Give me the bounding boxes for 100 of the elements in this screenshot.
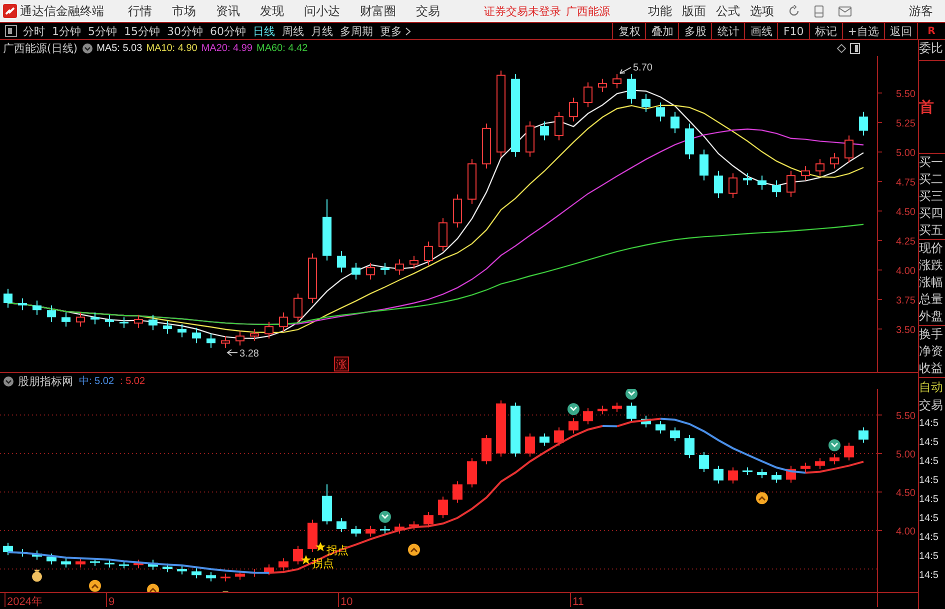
candlestick <box>163 320 172 334</box>
toolbar-button[interactable]: 标记 <box>808 22 842 40</box>
toolbar-button[interactable]: +自选 <box>842 22 884 40</box>
candlestick <box>612 74 622 89</box>
price-axis-label: 4.50 <box>896 488 916 499</box>
trade-time: 14:5 <box>919 436 940 450</box>
menu-item[interactable]: 公式 <box>716 2 740 20</box>
candlestick <box>235 570 245 580</box>
candlestick <box>322 484 332 525</box>
toolbar-button[interactable]: 画线 <box>744 22 778 40</box>
candlestick <box>192 568 202 579</box>
mail-icon[interactable] <box>838 6 852 16</box>
candlestick <box>293 545 303 565</box>
candlestick <box>380 262 390 276</box>
refresh-icon[interactable] <box>788 5 800 17</box>
trade-time: 14:5 <box>919 569 940 583</box>
quote-field-label: 委比 <box>919 40 944 57</box>
quote-field-label: 买三 <box>919 188 944 205</box>
menu-item[interactable]: 行情 <box>128 2 152 20</box>
auto-trade-label: 自动 <box>919 379 944 396</box>
candlestick <box>336 518 346 533</box>
chevron-right-icon <box>405 26 411 36</box>
menu-item[interactable]: 功能 <box>648 2 672 20</box>
menu-item[interactable]: 市场 <box>172 2 196 20</box>
price-axis-label: 4.00 <box>896 526 916 538</box>
period-tab[interactable]: 60分钟 <box>210 24 246 38</box>
candlestick <box>250 328 259 342</box>
candlestick <box>816 158 824 176</box>
period-tab[interactable]: 月线 <box>311 24 333 38</box>
candlestick <box>47 304 56 322</box>
quote-field-label: 交易 <box>919 397 944 414</box>
trade-time: 14:5 <box>919 455 940 469</box>
quote-field-label: 外盘 <box>919 308 944 325</box>
candlestick <box>206 572 216 582</box>
panel-toggle-icon[interactable] <box>850 42 860 54</box>
menu-item[interactable]: 发现 <box>260 2 284 20</box>
toolbar-button[interactable]: 返回 <box>884 22 918 40</box>
period-tab[interactable]: 周线 <box>282 24 304 38</box>
candlestick <box>830 454 840 465</box>
candlestick <box>627 74 636 104</box>
dropdown-icon[interactable] <box>82 42 93 54</box>
menu-item[interactable]: 选项 <box>750 2 774 20</box>
toolbar-button[interactable]: 多股 <box>678 22 712 40</box>
down-chevron-icon <box>828 439 840 452</box>
user-name[interactable]: 游客 <box>909 2 933 20</box>
candlestick <box>467 458 477 488</box>
candlestick <box>685 123 694 160</box>
app-name: 通达信金融终端 <box>20 2 105 20</box>
candlestick <box>105 314 114 328</box>
trade-time: 14:5 <box>919 512 940 526</box>
quote-field-label: 收益 <box>919 360 944 377</box>
period-tab[interactable]: 15分钟 <box>124 24 160 38</box>
candlestick <box>3 542 13 556</box>
menu-item[interactable]: 财富圈 <box>360 2 396 20</box>
up-chevron-icon <box>89 580 101 592</box>
period-tab[interactable]: 1分钟 <box>52 24 81 38</box>
candlestick <box>308 519 318 553</box>
menu-item[interactable]: 资讯 <box>216 2 240 20</box>
candlestick <box>134 559 144 569</box>
quote-field-label: 现价 <box>919 240 944 257</box>
period-tab[interactable]: 分时 <box>23 24 45 38</box>
candlestick <box>554 111 564 141</box>
board-status-label: 首 <box>919 98 935 116</box>
period-tab[interactable]: 30分钟 <box>167 24 203 38</box>
date-axis-label: 11 <box>572 596 584 607</box>
toolbar-button[interactable]: 叠加 <box>645 22 678 40</box>
price-axis-label: 5.00 <box>896 450 916 460</box>
toolbar-button[interactable]: 复权 <box>612 22 646 40</box>
dropdown-icon[interactable] <box>3 376 14 386</box>
app-logo-icon <box>3 4 17 18</box>
period-tab[interactable]: 多周期 <box>340 24 373 38</box>
candlestick <box>598 405 608 415</box>
candlestick <box>61 558 71 568</box>
candlestick <box>278 558 288 572</box>
candlestick <box>482 123 491 170</box>
quote-field-label: 净资 <box>919 343 944 360</box>
down-chevron-icon <box>568 403 580 416</box>
candlestick <box>220 573 230 582</box>
toolbar-button[interactable]: F10 <box>777 22 809 40</box>
period-tab[interactable]: 5分钟 <box>88 24 117 38</box>
period-tab[interactable]: 日线 <box>253 24 275 38</box>
phone-icon[interactable] <box>814 4 824 18</box>
candlestick <box>148 559 158 570</box>
menu-item[interactable]: 问小达 <box>304 2 340 20</box>
menu-item[interactable]: 版面 <box>682 2 706 20</box>
period-tab[interactable]: 更多 <box>380 24 411 38</box>
candlestick <box>221 336 230 348</box>
candlestick <box>90 558 100 566</box>
candlestick <box>337 250 346 273</box>
stock-link[interactable]: 广西能源 <box>566 4 610 18</box>
toolbar-button[interactable]: 统计 <box>711 22 744 40</box>
candlestick <box>642 94 650 112</box>
menu-item[interactable]: 交易 <box>416 2 440 20</box>
panel-toggle-icon[interactable] <box>5 25 17 37</box>
candlestick <box>758 175 766 190</box>
chart-title: 广西能源(日线) <box>3 40 78 56</box>
quote-field-label: 买二 <box>919 171 944 188</box>
diamond-icon[interactable] <box>837 44 846 52</box>
candlestick <box>554 426 564 446</box>
candlestick <box>743 172 752 186</box>
